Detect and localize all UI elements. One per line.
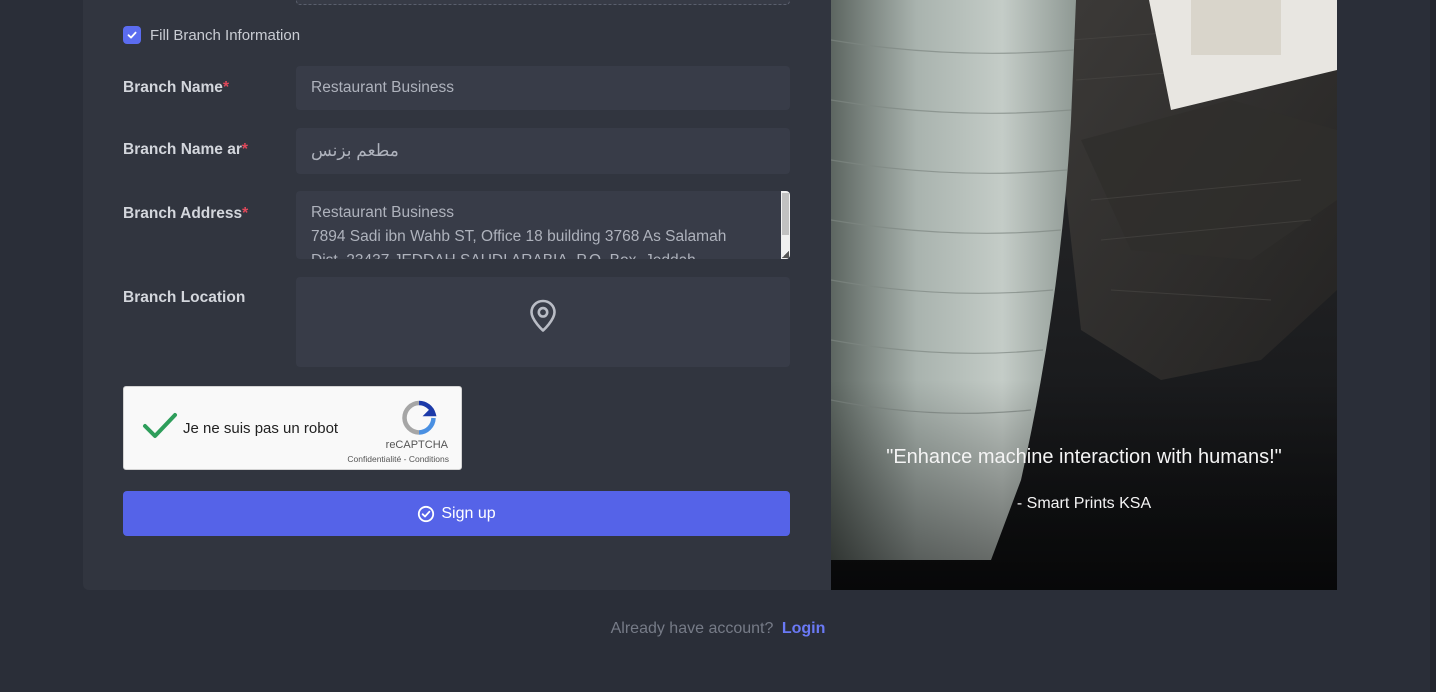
- recaptcha-text: Je ne suis pas un robot: [183, 420, 339, 437]
- recaptcha-links[interactable]: Confidentialité - Conditions: [347, 454, 449, 464]
- recaptcha-logo-icon: [402, 400, 437, 435]
- promo-quote-author: - Smart Prints KSA: [1016, 495, 1152, 512]
- textarea-scroll-thumb[interactable]: [782, 193, 789, 235]
- branch-location-picker[interactable]: [296, 277, 790, 367]
- branch-name-input[interactable]: Restaurant Business: [296, 66, 790, 110]
- recaptcha-checkmark-icon[interactable]: [142, 411, 178, 441]
- textarea-resize-handle[interactable]: [782, 251, 789, 258]
- login-prompt-text: Already have account?: [610, 620, 774, 637]
- signup-button-label: Sign up: [441, 504, 496, 522]
- branch-address-label: Branch Address*: [123, 205, 249, 222]
- address-line: Restaurant Business: [311, 204, 455, 221]
- fill-branch-checkbox[interactable]: [123, 26, 141, 44]
- branch-name-ar-label: Branch Name ar*: [123, 141, 248, 158]
- textarea-scrollbar[interactable]: [781, 191, 790, 259]
- address-line: 7894 Sadi ibn Wahb ST, Office 18 buildin…: [311, 228, 727, 245]
- fill-branch-checkbox-row[interactable]: Fill Branch Information: [123, 26, 300, 44]
- signup-button[interactable]: Sign up: [123, 491, 790, 536]
- branch-name-label: Branch Name*: [123, 79, 229, 96]
- recaptcha-widget[interactable]: Je ne suis pas un robot reCAPTCHA Confid…: [123, 386, 462, 470]
- check-circle-icon: [418, 505, 435, 522]
- previous-field-input[interactable]: [296, 0, 790, 5]
- branch-address-textarea[interactable]: Restaurant Business 7894 Sadi ibn Wahb S…: [296, 191, 790, 259]
- fill-branch-label: Fill Branch Information: [150, 26, 301, 44]
- map-pin-icon[interactable]: [529, 299, 557, 333]
- promo-image-panel: "Enhance machine interaction with humans…: [831, 0, 1337, 590]
- checkmark-icon: [127, 31, 137, 39]
- promo-quote: "Enhance machine interaction with humans…: [886, 446, 1282, 468]
- page-scrollbar[interactable]: [1430, 0, 1436, 692]
- branch-name-ar-value: مطعم بزنس: [311, 141, 399, 160]
- recaptcha-brand: reCAPTCHA: [385, 439, 448, 451]
- branch-location-label: Branch Location: [123, 289, 246, 306]
- login-link[interactable]: Login: [782, 620, 826, 637]
- address-line: Dist, 23437 JEDDAH SAUDI ARABIA, P.O. Bo…: [311, 249, 775, 259]
- login-prompt: Already have account? Login: [0, 620, 1436, 638]
- branch-name-value: Restaurant Business: [311, 79, 455, 96]
- branch-name-ar-input[interactable]: مطعم بزنس: [296, 128, 790, 174]
